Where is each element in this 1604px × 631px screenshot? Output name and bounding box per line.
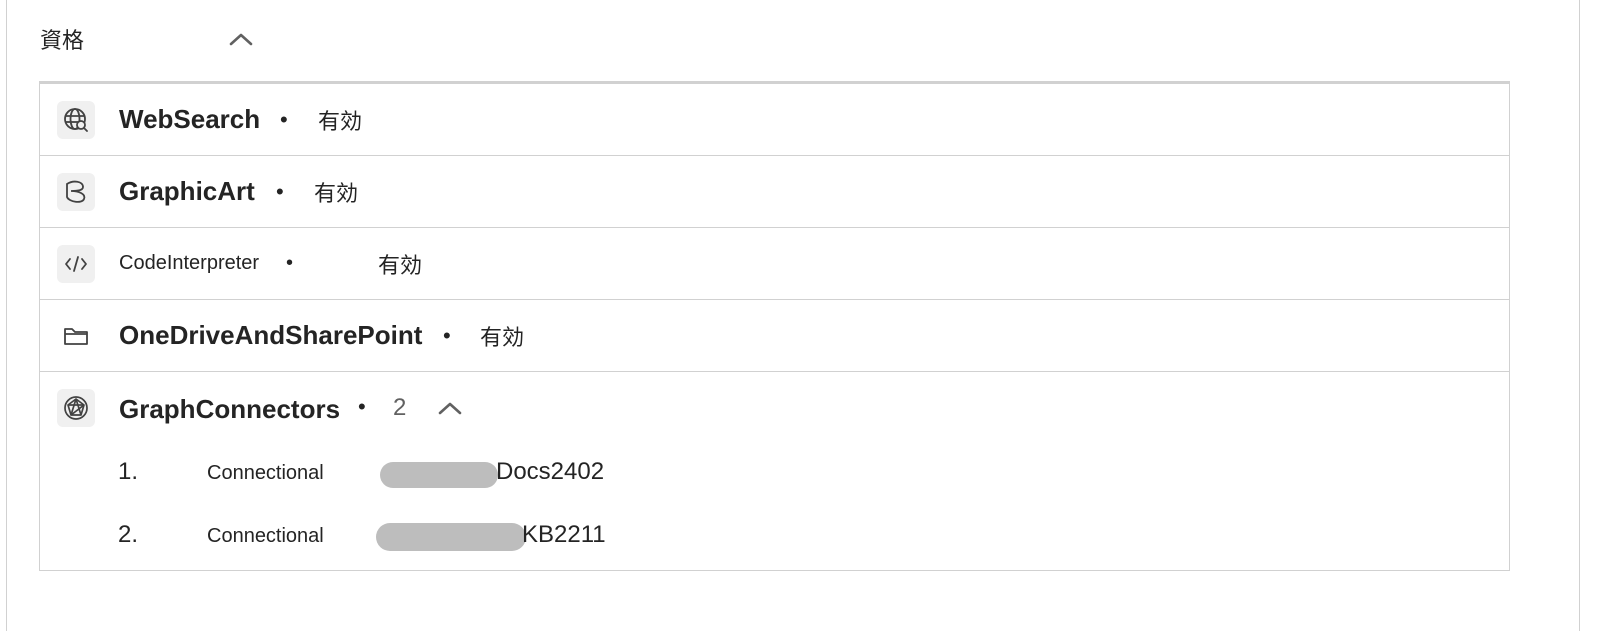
capability-row-graphicart: GraphicArt • 有効	[40, 156, 1509, 228]
capability-name: OneDriveAndSharePoint	[119, 320, 423, 350]
capability-status: 有効	[318, 109, 363, 135]
section-title: 資格	[40, 29, 85, 54]
separator-dot: •	[280, 106, 288, 132]
graph-connector-icon	[57, 389, 95, 427]
globe-search-icon	[57, 100, 95, 139]
capability-row-websearch: WebSearch • 有効	[40, 84, 1509, 156]
connector-label: Connectional	[207, 462, 324, 484]
capability-name: GraphicArt	[119, 176, 255, 206]
capability-row-codeinterpreter: CodeInterpreter • 有効	[40, 228, 1509, 300]
redacted-text	[380, 462, 498, 488]
connector-item-1: 1. Connectional Docs2402	[118, 454, 738, 494]
connector-number: 2.	[118, 521, 139, 548]
connector-number: 1.	[118, 458, 139, 485]
connector-value: KB2211	[522, 521, 606, 548]
connector-label: Connectional	[207, 525, 324, 547]
redacted-text	[376, 523, 526, 551]
chevron-up-icon	[229, 33, 253, 46]
connector-item-2: 2. Connectional KB2211	[118, 517, 738, 557]
capability-name: CodeInterpreter	[119, 252, 260, 274]
connector-item	[119, 372, 719, 412]
section-collapse-button[interactable]	[226, 24, 256, 54]
capability-name: WebSearch	[119, 104, 261, 134]
separator-dot: •	[286, 252, 294, 274]
capability-status: 有効	[314, 181, 359, 207]
capability-row-onedriveandsharepoint: OneDriveAndSharePoint • 有効	[40, 300, 1509, 372]
capability-list: WebSearch • 有効 GraphicArt • 有効 CodeInter…	[39, 81, 1510, 571]
graphic-art-icon	[57, 172, 95, 211]
connector-value: Docs2402	[496, 458, 605, 485]
capability-status: 有効	[480, 325, 525, 351]
panel-left-border	[6, 0, 7, 631]
capability-status: 有効	[378, 253, 423, 279]
separator-dot: •	[443, 322, 451, 348]
separator-dot: •	[276, 178, 284, 204]
code-icon	[57, 244, 95, 283]
panel-right-border	[1579, 0, 1580, 631]
section-header: 資格	[40, 22, 270, 56]
folder-icon	[57, 317, 95, 355]
